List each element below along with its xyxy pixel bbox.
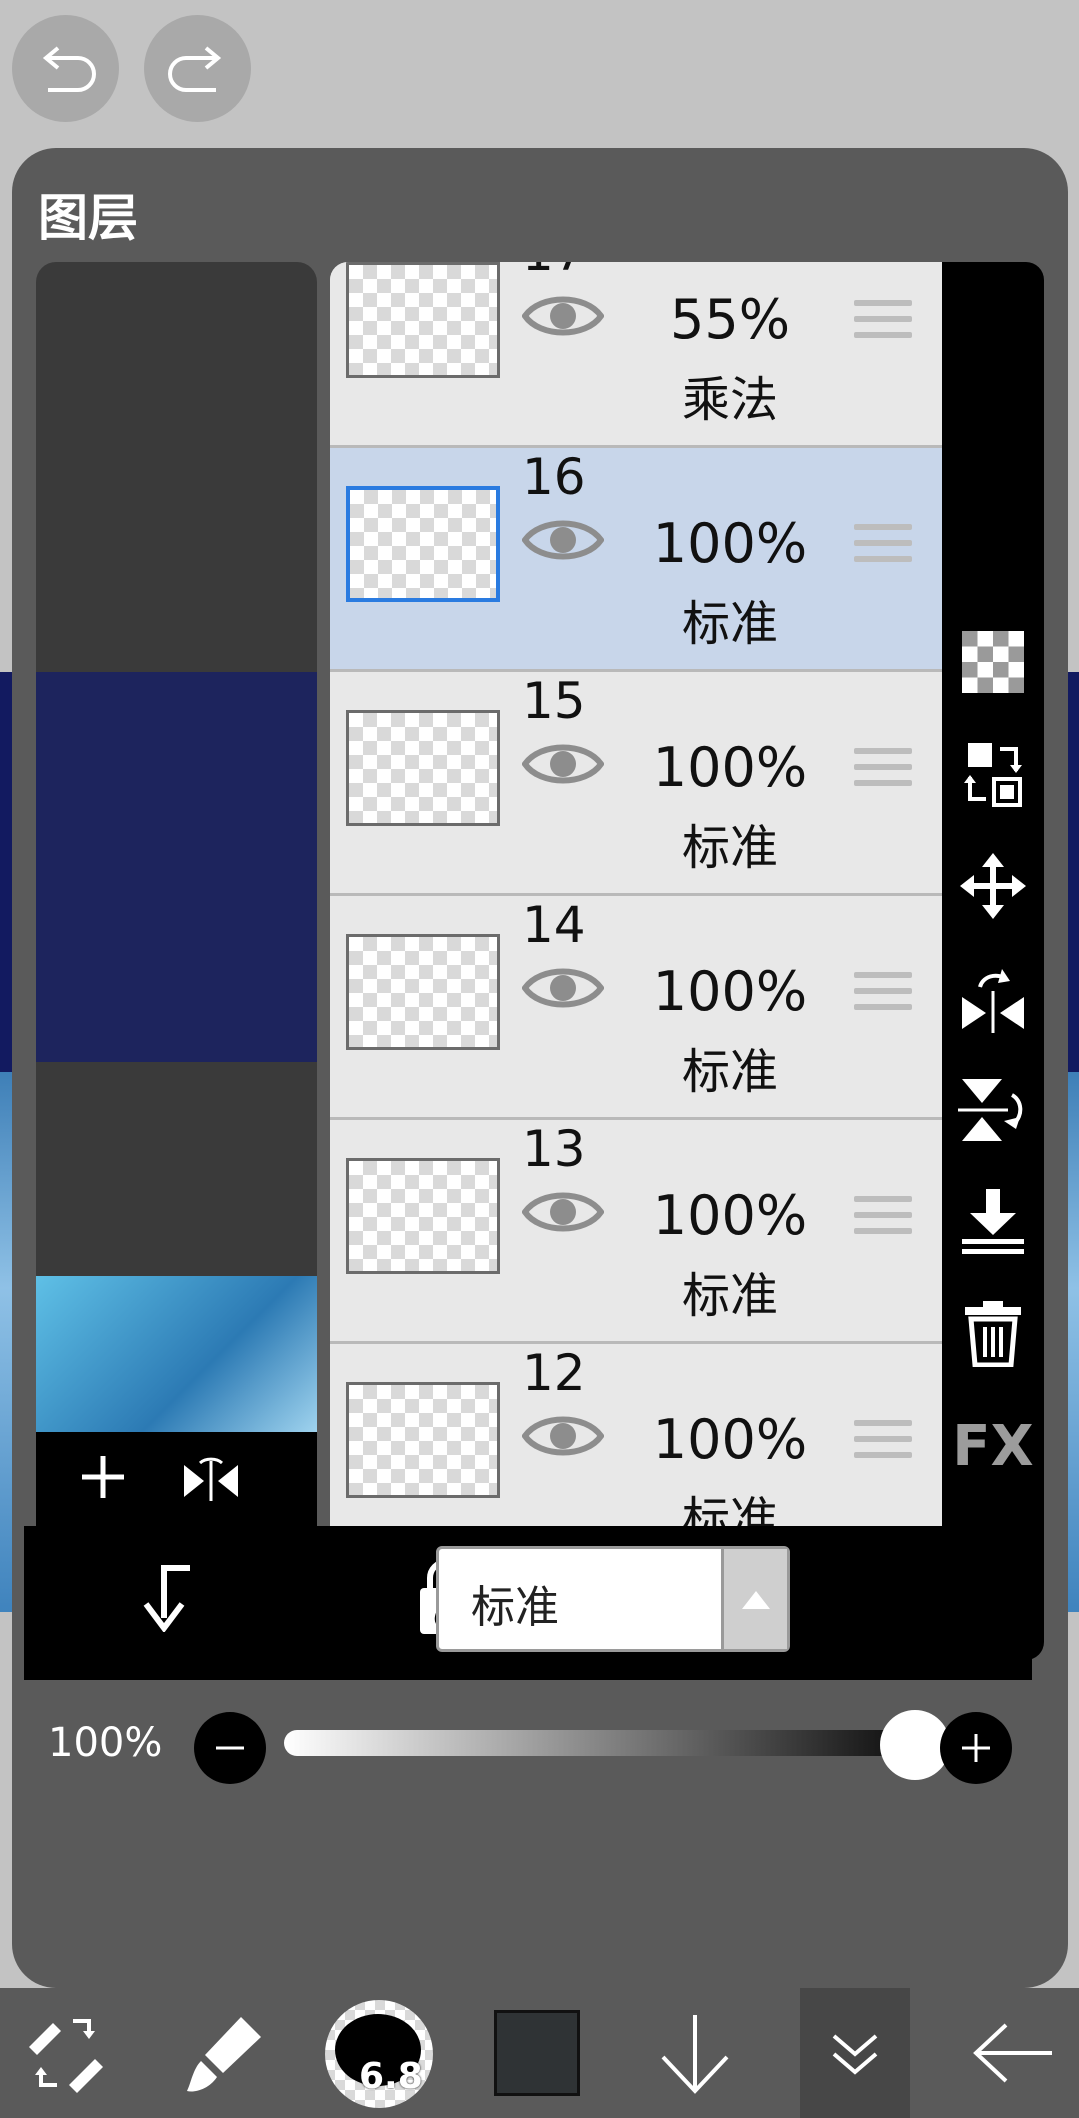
eye-icon[interactable] — [522, 962, 604, 1014]
drag-handle-icon[interactable] — [854, 748, 912, 796]
layer-thumbnail[interactable] — [346, 262, 500, 378]
layer-opacity: 100% — [652, 1408, 808, 1471]
brush-button[interactable] — [160, 1988, 290, 2118]
flip-horizontal-icon — [184, 1457, 238, 1501]
eye-icon[interactable] — [522, 290, 604, 342]
brush-size-value: 6.8 — [359, 2056, 423, 2097]
color-picker-button[interactable] — [494, 2010, 580, 2096]
drag-handle-icon[interactable] — [854, 972, 912, 1020]
flip-vertical-button[interactable] — [942, 1060, 1044, 1160]
layer-row[interactable]: 17 55% 乘法 — [330, 262, 942, 448]
layer-number: 17 — [522, 262, 586, 282]
canvas-thumbnail[interactable] — [36, 1276, 317, 1432]
layer-opacity: 100% — [652, 960, 808, 1023]
layer-panel-toggle-button[interactable] — [800, 1988, 910, 2118]
layer-row[interactable]: 15 100% 标准 — [330, 672, 942, 896]
checkerboard-icon — [962, 631, 1024, 693]
opacity-slider[interactable] — [284, 1730, 944, 1756]
swap-icon — [964, 743, 1022, 807]
eye-icon[interactable] — [522, 514, 604, 566]
plus-icon — [962, 1734, 990, 1762]
layer-blend-mode: 标准 — [681, 820, 778, 876]
flip-horizontal-icon — [962, 969, 1024, 1033]
eye-icon[interactable] — [522, 1410, 604, 1462]
opacity-value: 100% — [48, 1720, 163, 1766]
layer-row[interactable]: 16 100% 标准 — [330, 448, 942, 672]
swap-layer-button[interactable] — [942, 724, 1044, 824]
layer-number: 16 — [522, 448, 586, 506]
undo-icon — [42, 45, 96, 92]
layer-actions-bar: FX — [942, 262, 1044, 1660]
drag-handle-icon[interactable] — [854, 300, 912, 348]
drag-handle-icon[interactable] — [854, 1420, 912, 1468]
plus-icon — [82, 1456, 124, 1498]
back-button[interactable] — [948, 1988, 1078, 2118]
opacity-control: 100% — [24, 1680, 1032, 1806]
layer-number: 12 — [522, 1344, 586, 1402]
blend-mode-value: 标准 — [471, 1582, 559, 1633]
merge-down-button[interactable] — [942, 1172, 1044, 1272]
fx-button[interactable]: FX — [942, 1396, 1044, 1496]
chevron-down-icon — [832, 2034, 878, 2075]
layer-thumbnail[interactable] — [346, 710, 500, 826]
layer-blend-mode: 标准 — [681, 1044, 778, 1100]
delete-layer-button[interactable] — [942, 1284, 1044, 1384]
move-icon — [960, 853, 1026, 919]
redo-button[interactable] — [144, 15, 251, 122]
transparency-button[interactable] — [942, 612, 1044, 712]
flip-horizontal-button[interactable] — [942, 948, 1044, 1048]
brush-icon — [187, 2017, 261, 2092]
blend-mode-select[interactable]: 标准 — [436, 1546, 790, 1652]
canvas-preview-column — [36, 262, 317, 1660]
brush-eraser-switch-icon — [29, 2019, 103, 2093]
eye-icon[interactable] — [522, 1186, 604, 1238]
drag-handle-icon[interactable] — [854, 524, 912, 572]
arrow-left-icon — [973, 2023, 1052, 2083]
layer-number: 14 — [522, 896, 586, 954]
layer-down-button[interactable] — [630, 1988, 760, 2118]
canvas-preview — [36, 672, 317, 1062]
layer-blend-mode: 标准 — [681, 596, 778, 652]
layer-blend-mode: 标准 — [681, 1268, 778, 1324]
redo-icon — [167, 45, 221, 92]
layer-thumbnail[interactable] — [346, 486, 500, 602]
chevron-up-icon[interactable] — [721, 1549, 787, 1649]
clipping-arrow-icon — [143, 1565, 190, 1633]
minus-icon — [216, 1746, 244, 1750]
undo-button[interactable] — [12, 15, 119, 122]
layer-opacity: 100% — [652, 736, 808, 799]
blend-controls-bar: α 标准 — [24, 1526, 1032, 1680]
layer-list[interactable]: 17 55% 乘法 16 100% 标准 15 100% 标准 14 — [330, 262, 942, 1660]
layer-number: 15 — [522, 672, 586, 730]
eye-icon[interactable] — [522, 738, 604, 790]
brush-size-button[interactable]: 6.8 — [325, 2000, 433, 2108]
layer-opacity: 100% — [652, 1184, 808, 1247]
layer-number: 13 — [522, 1120, 586, 1178]
add-layer-button[interactable] — [58, 1432, 148, 1522]
clipping-button[interactable] — [136, 1562, 196, 1636]
layer-thumbnail[interactable] — [346, 1382, 500, 1498]
arrow-down-icon — [661, 2015, 729, 2094]
layer-opacity: 100% — [652, 512, 808, 575]
panel-title: 图层 — [38, 189, 138, 247]
layer-row[interactable]: 14 100% 标准 — [330, 896, 942, 1120]
opacity-increase-button[interactable] — [940, 1712, 1012, 1784]
flip-layer-horizontal-button[interactable] — [166, 1432, 256, 1522]
flip-vertical-icon — [958, 1079, 1023, 1141]
bottom-toolbar: 6.8 — [0, 1988, 1079, 2118]
layer-thumbnail[interactable] — [346, 1158, 500, 1274]
tool-switch-button[interactable] — [0, 1988, 130, 2118]
trash-icon — [965, 1301, 1021, 1367]
layer-row[interactable]: 13 100% 标准 — [330, 1120, 942, 1344]
layer-thumbnail[interactable] — [346, 934, 500, 1050]
layer-opacity: 55% — [669, 288, 791, 351]
drag-handle-icon[interactable] — [854, 1196, 912, 1244]
opacity-decrease-button[interactable] — [194, 1712, 266, 1784]
layer-blend-mode: 乘法 — [681, 372, 778, 428]
download-icon — [962, 1189, 1024, 1254]
move-layer-button[interactable] — [942, 836, 1044, 936]
